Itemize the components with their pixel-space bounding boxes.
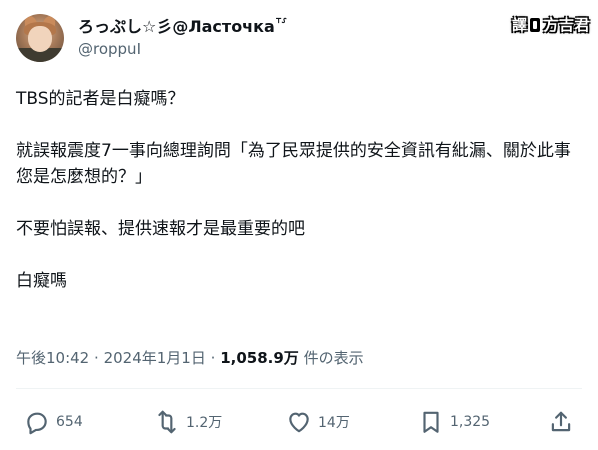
reply-button[interactable]: 654 [24, 405, 83, 439]
translator-watermark: 譯 方吉君 [512, 14, 590, 35]
avatar[interactable] [16, 14, 64, 62]
views-count: 1,058.9万 [220, 349, 299, 367]
tweet-paragraph: 就誤報震度7一事向總理詢問「為了民眾提供的安全資訊有紕漏、關於此事您是怎麼想的？… [16, 141, 571, 187]
tweet-time[interactable]: 午後10:42 [16, 349, 89, 367]
divider [16, 388, 582, 389]
like-button[interactable]: 14万 [286, 405, 350, 439]
bookmark-icon [423, 411, 439, 433]
watermark-separator-icon [530, 17, 541, 32]
action-bar: 654 1.2万 14万 1,325 [16, 405, 582, 439]
reply-icon [27, 412, 47, 435]
author-handle[interactable]: @roppuI [78, 40, 141, 58]
meta-separator: · [210, 349, 216, 367]
tweet-paragraph: 不要怕誤報、提供速報才是最重要的吧 [16, 219, 305, 239]
paragraph-spacer [16, 112, 582, 138]
author-name-decoration: ⸆⸉ [275, 15, 287, 29]
paragraph-spacer [16, 190, 582, 216]
share-button[interactable] [548, 405, 574, 439]
bookmark-count: 1,325 [450, 414, 491, 430]
retweet-icon [158, 410, 176, 434]
author-display-name[interactable]: ろっぷし☆彡@Ласточка [78, 13, 275, 37]
watermark-translator-name: 方吉君 [543, 16, 590, 34]
heart-icon [289, 412, 309, 433]
retweet-button[interactable]: 1.2万 [154, 405, 222, 439]
tweet-date[interactable]: 2024年1月1日 [104, 349, 206, 367]
views-label: 件の表示 [303, 349, 364, 367]
bookmark-button[interactable]: 1,325 [418, 405, 490, 439]
tweet-paragraph: TBS的記者是白癡嗎？ [16, 89, 185, 109]
author-name-row[interactable]: ろっぷし☆彡@Ласточка ⸆⸉ [78, 13, 287, 37]
tweet-paragraph: 白癡嗎 [16, 271, 67, 291]
tweet-card: ろっぷし☆彡@Ласточка ⸆⸉ @roppuI 譯 方吉君 TBS的記者是… [0, 0, 598, 450]
watermark-translate-label: 譯 [511, 16, 528, 34]
like-count: 14万 [318, 415, 350, 431]
meta-separator: · [94, 349, 99, 367]
tweet-meta: 午後10:42 · 2024年1月1日 · 1,058.9万 件の表示 [16, 347, 364, 368]
avatar-face [28, 26, 52, 52]
reply-count: 654 [56, 414, 83, 430]
paragraph-spacer [16, 242, 582, 268]
retweet-count: 1.2万 [186, 415, 223, 431]
tweet-text: TBS的記者是白癡嗎？ 就誤報震度7一事向總理詢問「為了民眾提供的安全資訊有紕漏… [16, 86, 582, 294]
share-icon [551, 411, 571, 432]
